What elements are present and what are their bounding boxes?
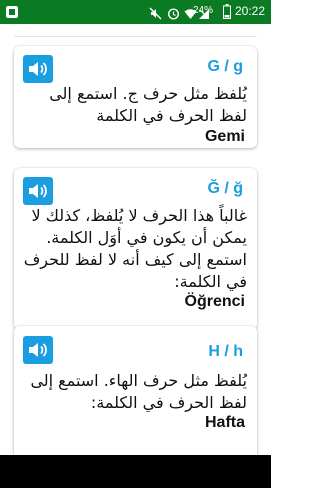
letter-title: Ğ / ğ (207, 180, 243, 197)
battery-icon (223, 4, 231, 23)
play-sound-button[interactable] (23, 336, 53, 364)
example-word: Gemi (204, 128, 245, 145)
letter-description: يُلفظ مثل حرف ج. استمع إلى لفظ الحرف في … (49, 84, 247, 125)
status-bar: 24% 20:22 (0, 0, 271, 24)
example-word: Hafta (204, 414, 245, 431)
letter-card-h: H / h يُلفظ مثل حرف الهاء. استمع إلى لفظ… (14, 326, 257, 455)
example-word: Öğrenci (184, 293, 245, 310)
letter-card-g: G / g يُلفظ مثل حرف ج. استمع إلى لفظ الح… (14, 46, 257, 148)
play-sound-button[interactable] (23, 177, 53, 205)
previous-card-edge (14, 36, 257, 37)
alarm-icon (167, 5, 180, 24)
play-sound-button[interactable] (23, 55, 53, 83)
navigation-bar (0, 455, 271, 488)
mute-icon (149, 5, 162, 24)
letter-title: G / g (207, 58, 243, 75)
lesson-list[interactable]: G / g يُلفظ مثل حرف ج. استمع إلى لفظ الح… (0, 24, 271, 455)
clock: 20:22 (234, 4, 265, 18)
letter-description: يُلفظ مثل حرف الهاء. استمع إلى لفظ الحرف… (30, 371, 247, 412)
letter-title: H / h (208, 343, 243, 360)
battery-percent: 24% (192, 5, 213, 16)
app-icon (5, 4, 19, 23)
letter-description: غالباً هذا الحرف لا يُلفظ، كذلك لا يمكن … (23, 206, 247, 291)
letter-card-soft-g: Ğ / ğ غالباً هذا الحرف لا يُلفظ، كذلك لا… (14, 168, 257, 330)
